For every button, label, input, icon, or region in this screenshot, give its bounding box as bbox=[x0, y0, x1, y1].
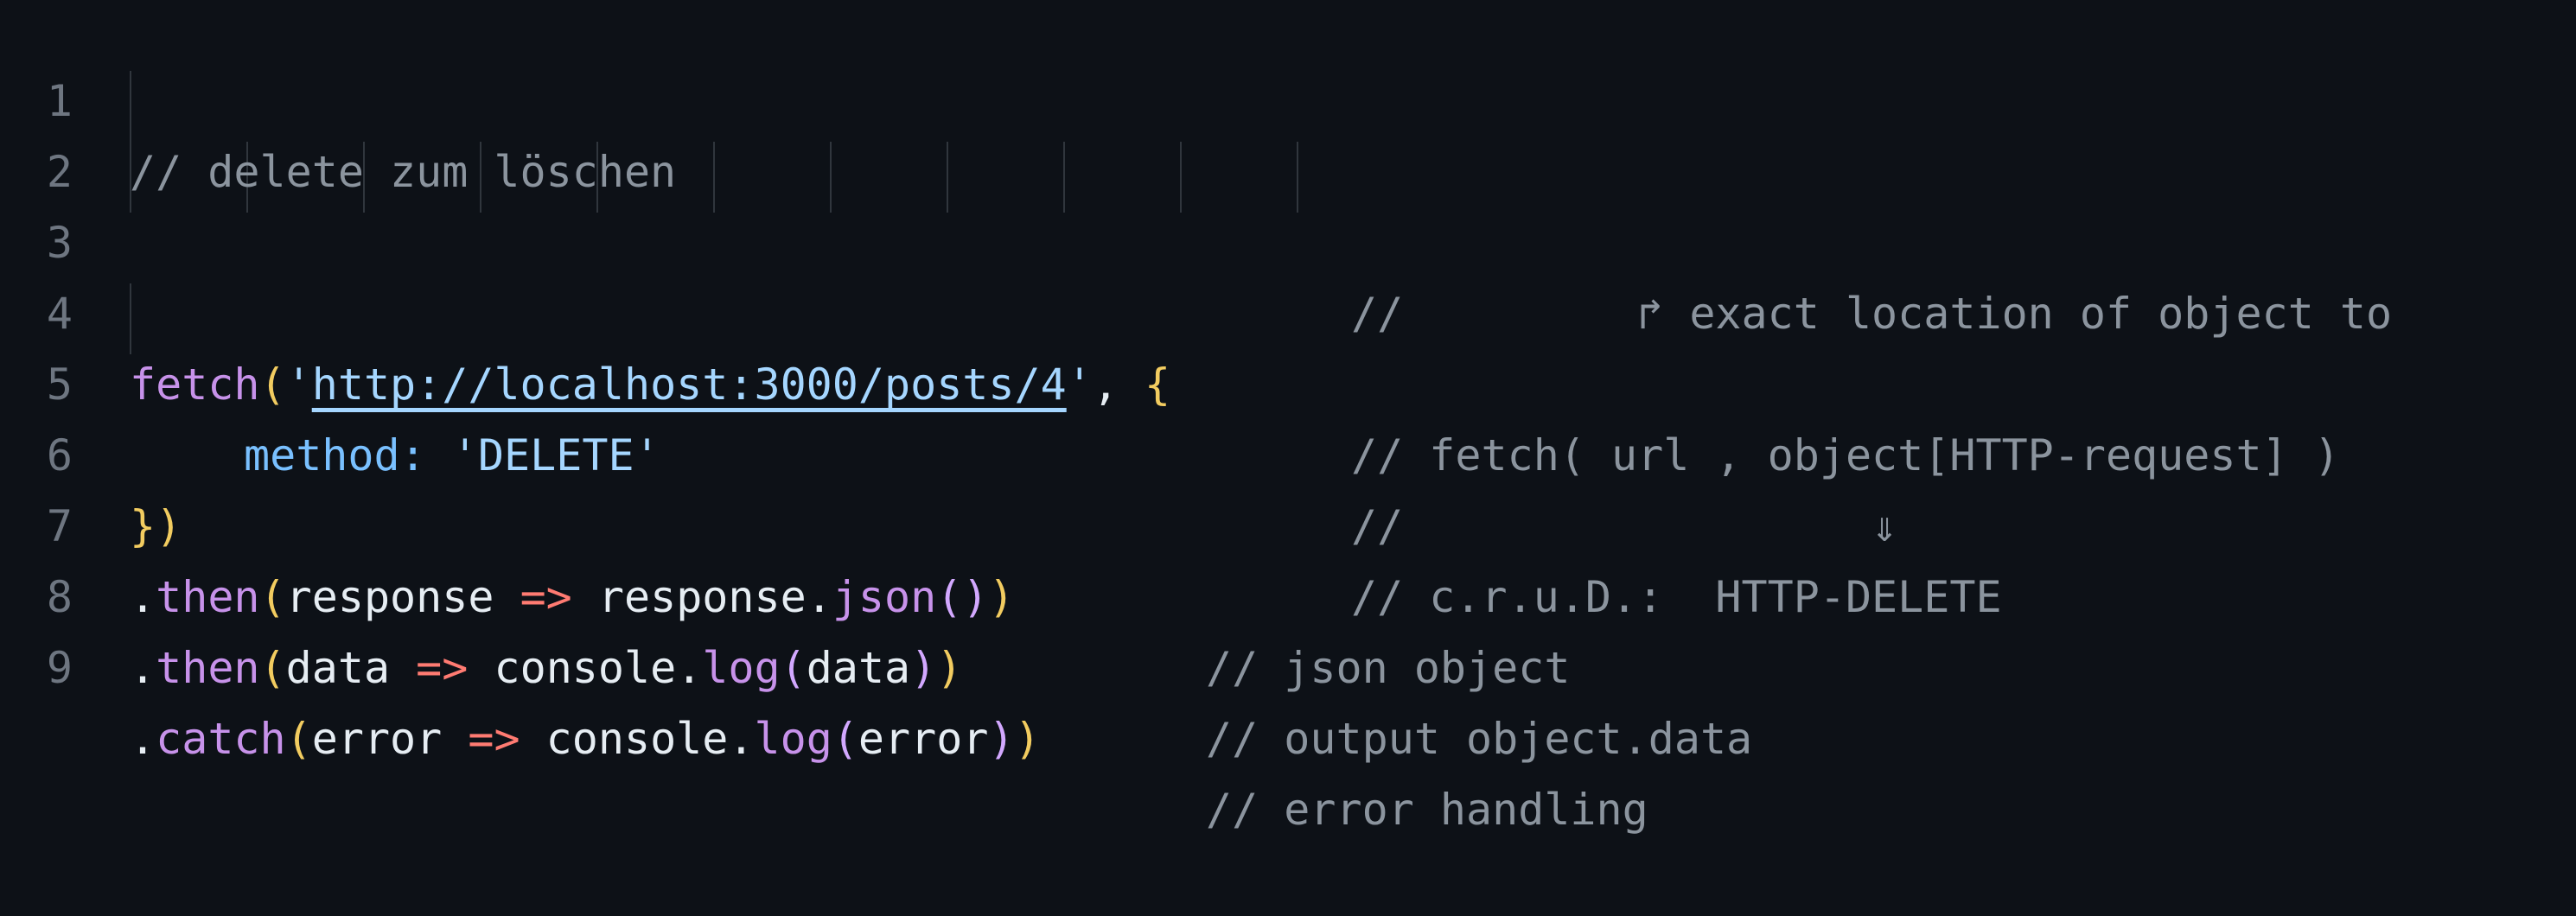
code-line[interactable]: 9 .catch(error => console.log(error)) //… bbox=[0, 562, 2576, 835]
comment: // error handling bbox=[1206, 785, 1648, 835]
comment: // json object bbox=[1206, 643, 1571, 693]
code-line[interactable]: 1 // delete zum löschen bbox=[0, 0, 2576, 197]
identifier: console. bbox=[494, 643, 703, 693]
paren: ( bbox=[285, 714, 312, 764]
paren: ) bbox=[988, 714, 1015, 764]
method-name: log bbox=[754, 714, 832, 764]
code-line[interactable]: 8 .then(data => console.log(data)) // ou… bbox=[0, 491, 2576, 764]
paren: ( bbox=[259, 643, 286, 693]
code-content: .then(data => console.log(data)) bbox=[130, 633, 962, 703]
code-line[interactable]: 3 // ↱ exact location of object to bbox=[0, 137, 2576, 339]
identifier: error bbox=[311, 714, 443, 764]
code-line[interactable]: 7 .then(response => response.json()) // … bbox=[0, 420, 2576, 693]
dot: . bbox=[130, 714, 156, 764]
paren: ( bbox=[780, 643, 807, 693]
arrow-operator: => bbox=[390, 643, 494, 693]
code-line[interactable]: 6 }) // c.r.u.D.: HTTP-DELETE bbox=[0, 349, 2576, 622]
identifier: data bbox=[806, 643, 911, 693]
identifier: data bbox=[285, 643, 391, 693]
code-content: .catch(error => console.log(error)) bbox=[130, 703, 1041, 774]
identifier: error bbox=[858, 714, 989, 764]
identifier: console. bbox=[545, 714, 755, 764]
method-name: log bbox=[702, 643, 781, 693]
arrow-operator: => bbox=[442, 714, 546, 764]
code-line[interactable]: 2 bbox=[0, 66, 2576, 197]
dot: . bbox=[130, 643, 156, 693]
code-editor[interactable]: 1 // delete zum löschen 2 3 // ↱ exact l… bbox=[0, 0, 2576, 835]
code-line[interactable]: 4 fetch('http://localhost:3000/posts/4',… bbox=[0, 207, 2576, 480]
method-name: catch bbox=[156, 714, 286, 764]
paren: ) bbox=[936, 643, 963, 693]
line-number: 9 bbox=[46, 643, 73, 693]
code-line[interactable]: 5 method: 'DELETE' // ⇓ bbox=[0, 278, 2576, 551]
paren: ) bbox=[1014, 714, 1041, 764]
comment: // output object.data bbox=[1206, 714, 1753, 764]
method-name: then bbox=[156, 643, 260, 693]
paren: ( bbox=[832, 714, 858, 764]
paren: ) bbox=[910, 643, 937, 693]
